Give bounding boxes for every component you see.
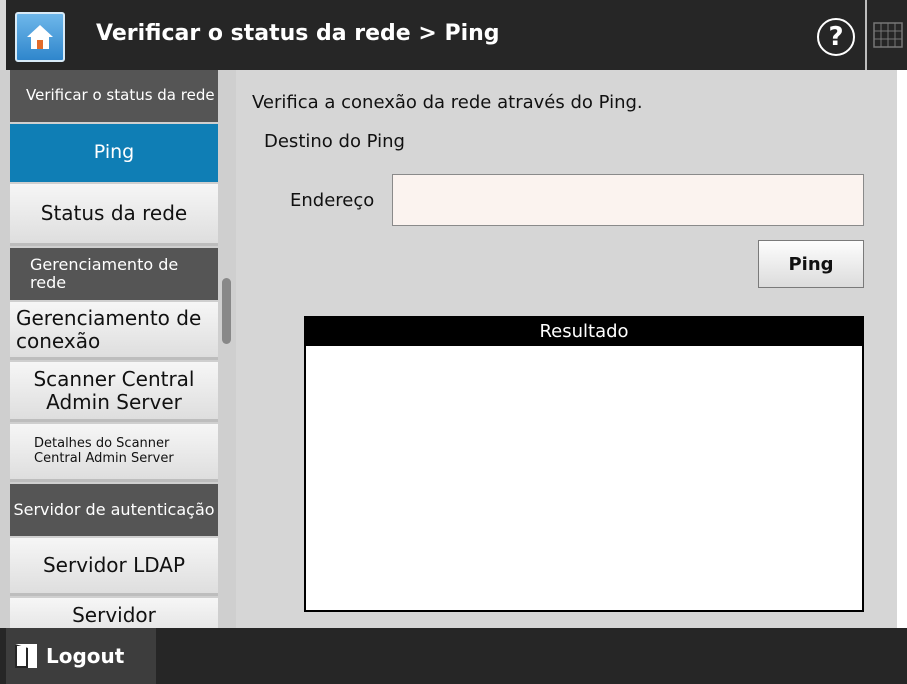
sidebar-scrollbar[interactable] bbox=[222, 278, 231, 344]
logout-icon bbox=[15, 644, 37, 668]
help-button[interactable]: ? bbox=[817, 18, 855, 56]
logout-button[interactable]: Logout bbox=[6, 628, 156, 684]
ping-button[interactable]: Ping bbox=[758, 240, 864, 288]
home-icon bbox=[27, 25, 53, 49]
keyboard-icon[interactable] bbox=[873, 22, 903, 48]
main-content: Verifica a conexão da rede através do Pi… bbox=[236, 70, 907, 628]
sidebar-section-verificar-status: Verificar o status da rede bbox=[10, 70, 218, 122]
sidebar-item-ping[interactable]: Ping bbox=[10, 124, 218, 182]
logout-label: Logout bbox=[46, 644, 125, 668]
sidebar-section-gerenciamento-de-rede: Gerenciamento de rede bbox=[10, 248, 218, 300]
address-input[interactable] bbox=[392, 174, 864, 226]
page-title: Verificar o status da rede > Ping bbox=[96, 21, 500, 46]
sidebar-item-servidor-ldap[interactable]: Servidor LDAP bbox=[10, 538, 218, 596]
address-label: Endereço bbox=[290, 190, 375, 211]
sidebar-item-gerenciamento-de-conexao[interactable]: Gerenciamento de conexão bbox=[10, 302, 218, 360]
result-box: Resultado bbox=[304, 316, 864, 612]
ping-panel: Verifica a conexão da rede através do Pi… bbox=[236, 70, 897, 628]
sidebar-item-scanner-central-admin-server[interactable]: Scanner Central Admin Server bbox=[10, 362, 218, 422]
sidebar-item-status-da-rede[interactable]: Status da rede bbox=[10, 184, 218, 246]
sidebar-item-detalhes-scanner-central[interactable]: Detalhes do Scanner Central Admin Server bbox=[10, 424, 218, 482]
sidebar-section-servidor-de-autenticacao: Servidor de autenticação bbox=[10, 484, 218, 536]
page-description: Verifica a conexão da rede através do Pi… bbox=[252, 92, 643, 113]
header-divider bbox=[865, 0, 867, 70]
home-button[interactable] bbox=[15, 12, 65, 62]
sidebar: Verificar o status da rede Ping Status d… bbox=[0, 70, 236, 628]
sidebar-item-servidor[interactable]: Servidor bbox=[10, 598, 218, 628]
result-header: Resultado bbox=[306, 318, 862, 346]
destination-label: Destino do Ping bbox=[264, 131, 405, 152]
